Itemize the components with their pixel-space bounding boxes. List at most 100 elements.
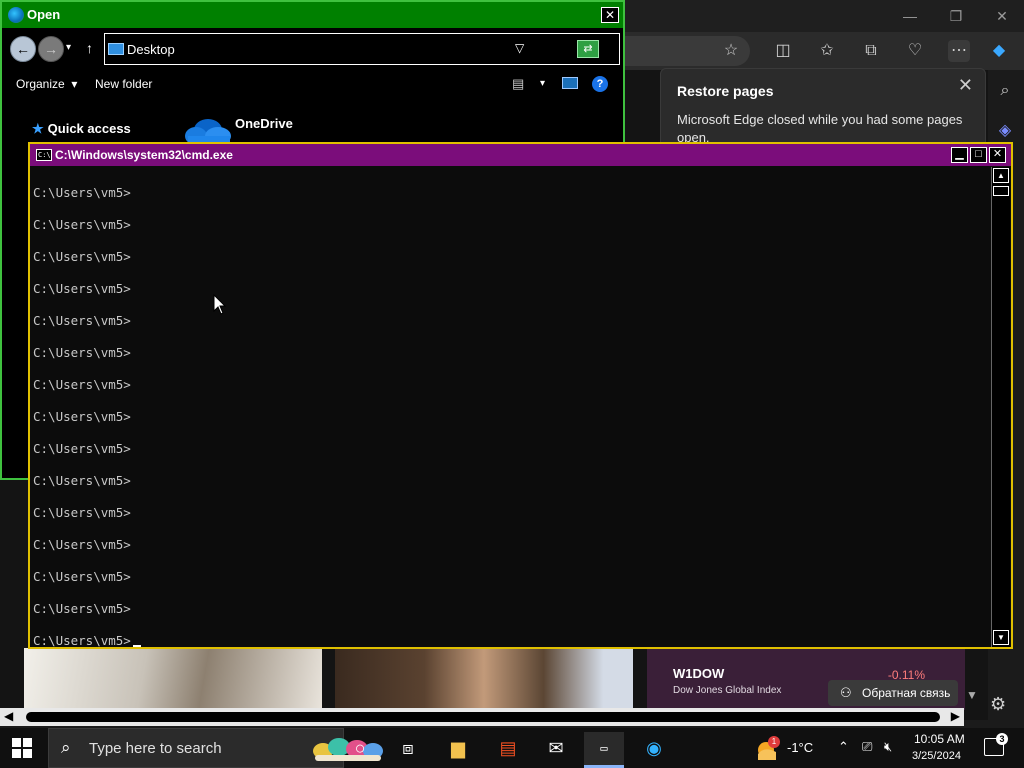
split-screen-icon[interactable]: ◫ — [772, 40, 794, 62]
minimize-icon[interactable]: — — [900, 6, 920, 26]
scroll-down-arrow-icon[interactable]: ▼ — [966, 688, 978, 702]
mail-icon[interactable]: ✉ — [536, 732, 576, 768]
close-button[interactable]: ✕ — [989, 147, 1006, 163]
cmd-titlebar[interactable]: C:\ C:\Windows\system32\cmd.exe ▁ □ ✕ — [30, 144, 1011, 166]
onedrive-label[interactable]: OneDrive — [235, 116, 293, 131]
console-line: C:\Users\vm5> — [33, 569, 131, 584]
horizontal-scrollbar[interactable]: ◀ ▶ — [0, 708, 964, 726]
cmd-taskbar-icon[interactable]: ▭ — [584, 732, 624, 768]
console-line: C:\Users\vm5> — [33, 185, 131, 200]
microsoft-store-icon[interactable]: ▤ — [488, 732, 528, 768]
quick-access-label: Quick access — [47, 121, 131, 136]
dialog-toolbar: Organize ▾ New folder ▤ ▾ ? — [2, 68, 623, 100]
search-icon: ⌕ — [61, 738, 71, 757]
browser-essentials-icon[interactable]: ♡ — [904, 40, 926, 62]
edge-toolbar: ☆ ◫ ✩ ⧉ ♡ ⋯ ◆ — [620, 32, 1024, 70]
console-line: C:\Users\vm5> — [33, 505, 131, 520]
scrollbar-thumb[interactable] — [26, 712, 940, 722]
new-folder-button[interactable]: New folder — [95, 77, 152, 91]
console-line: C:\Users\vm5> — [33, 249, 131, 264]
console-output[interactable]: C:\Users\vm5> C:\Users\vm5> C:\Users\vm5… — [33, 169, 989, 647]
close-icon[interactable]: ✕ — [992, 6, 1012, 26]
search-placeholder: Type here to search — [89, 740, 222, 757]
restore-title: Restore pages — [677, 83, 774, 99]
open-dialog-titlebar: Open ✕ — [2, 2, 623, 28]
scroll-left-arrow-icon[interactable]: ◀ — [4, 709, 13, 723]
cmd-title: C:\Windows\system32\cmd.exe — [55, 148, 233, 162]
windows-start-icon[interactable] — [12, 738, 32, 758]
console-line: C:\Users\vm5> — [33, 441, 131, 456]
network-icon[interactable]: ⎚ — [862, 739, 872, 755]
console-line: C:\Users\vm5> — [33, 313, 131, 328]
favorites-icon[interactable]: ✩ — [816, 40, 838, 62]
chevron-down-icon: ▾ — [71, 77, 78, 91]
edge-taskbar-icon[interactable]: ◉ — [634, 732, 674, 768]
organize-label: Organize — [16, 77, 65, 91]
edge-titlebar: — ❐ ✕ — [620, 0, 1024, 32]
weather-temp[interactable]: -1°C — [787, 740, 813, 755]
scroll-right-arrow-icon[interactable]: ▶ — [951, 709, 960, 723]
address-bar[interactable]: Desktop ▽ ⇄ — [104, 33, 620, 65]
taskbar: ⌕ Type here to search ○ ⧈ ▆ ▤ ✉ ▭ ◉ 1 -1… — [0, 728, 1024, 768]
clock-date[interactable]: 3/25/2024 — [912, 750, 961, 762]
search-icon[interactable]: ⌕ — [994, 80, 1016, 102]
change-view-icon[interactable]: ▤ — [512, 76, 524, 92]
gear-icon[interactable]: ⚙ — [990, 694, 1006, 715]
console-prompt-line: C:\Users\vm5> — [33, 633, 141, 647]
scrollbar-thumb[interactable] — [993, 186, 1009, 196]
text-cursor — [132, 645, 141, 647]
cmd-window: C:\ C:\Windows\system32\cmd.exe ▁ □ ✕ C:… — [28, 142, 1013, 649]
dialog-title: Open — [27, 7, 61, 22]
recent-locations-dropdown-icon[interactable]: ▾ — [66, 42, 71, 53]
star-icon: ★ — [32, 121, 44, 136]
news-card-image[interactable] — [24, 648, 322, 710]
chevron-up-icon[interactable]: ⌃ — [838, 739, 849, 755]
chevron-down-icon[interactable]: ▽ — [515, 41, 524, 55]
close-icon[interactable]: ✕ — [958, 75, 973, 96]
feedback-icon: ⚇ — [840, 685, 852, 700]
console-line: C:\Users\vm5> — [33, 537, 131, 552]
feedback-label: Обратная связь — [862, 686, 951, 700]
help-icon[interactable]: ? — [592, 76, 608, 92]
clock-time[interactable]: 10:05 AM — [914, 732, 965, 746]
more-options-icon[interactable]: ⋯ — [948, 40, 970, 62]
edge-logo-icon — [8, 7, 24, 23]
nav-quick-access[interactable]: ★ Quick access — [32, 121, 131, 137]
cortana-icon[interactable]: ○ — [340, 732, 380, 768]
mouse-pointer-icon — [213, 294, 227, 315]
task-view-icon[interactable]: ⧈ — [388, 732, 428, 768]
refresh-button[interactable]: ⇄ — [577, 40, 599, 58]
console-line: C:\Users\vm5> — [33, 409, 131, 424]
favorite-star-icon[interactable]: ☆ — [720, 40, 742, 62]
console-line: C:\Users\vm5> — [33, 601, 131, 616]
back-button[interactable]: ← — [10, 36, 36, 62]
scroll-up-arrow-icon[interactable]: ▲ — [993, 168, 1009, 183]
close-button[interactable]: ✕ — [601, 7, 619, 23]
feedback-button[interactable]: ⚇ Обратная связь — [828, 680, 958, 706]
address-text: Desktop — [127, 42, 175, 57]
console-line: C:\Users\vm5> — [33, 377, 131, 392]
desktop-icon — [108, 43, 124, 55]
notification-badge: 3 — [996, 733, 1008, 745]
file-explorer-icon[interactable]: ▆ — [438, 732, 478, 768]
sidebar-app-icon[interactable]: ◈ — [994, 120, 1016, 142]
vertical-scrollbar[interactable]: ▲ ▼ — [991, 167, 1010, 647]
minimize-button[interactable]: ▁ — [951, 147, 968, 163]
up-folder-button[interactable]: ↑ — [86, 40, 93, 56]
collections-icon[interactable]: ⧉ — [860, 40, 882, 62]
console-line: C:\Users\vm5> — [33, 217, 131, 232]
forward-button[interactable]: → — [38, 36, 64, 62]
cmd-icon: C:\ — [36, 149, 52, 161]
copilot-icon[interactable]: ◆ — [988, 40, 1010, 62]
news-card-image[interactable] — [335, 648, 633, 710]
maximize-button[interactable]: □ — [970, 147, 987, 163]
chevron-down-icon[interactable]: ▾ — [540, 78, 545, 89]
weather-badge: 1 — [768, 736, 780, 748]
preview-pane-icon[interactable] — [562, 77, 578, 89]
volume-muted-icon[interactable]: 🔇︎ — [884, 739, 892, 755]
scroll-down-arrow-icon[interactable]: ▼ — [993, 630, 1009, 645]
restore-icon[interactable]: ❐ — [946, 6, 966, 26]
taskbar-search[interactable]: ⌕ Type here to search — [48, 728, 383, 768]
organize-button[interactable]: Organize ▾ — [16, 77, 77, 91]
console-line: C:\Users\vm5> — [33, 473, 131, 488]
